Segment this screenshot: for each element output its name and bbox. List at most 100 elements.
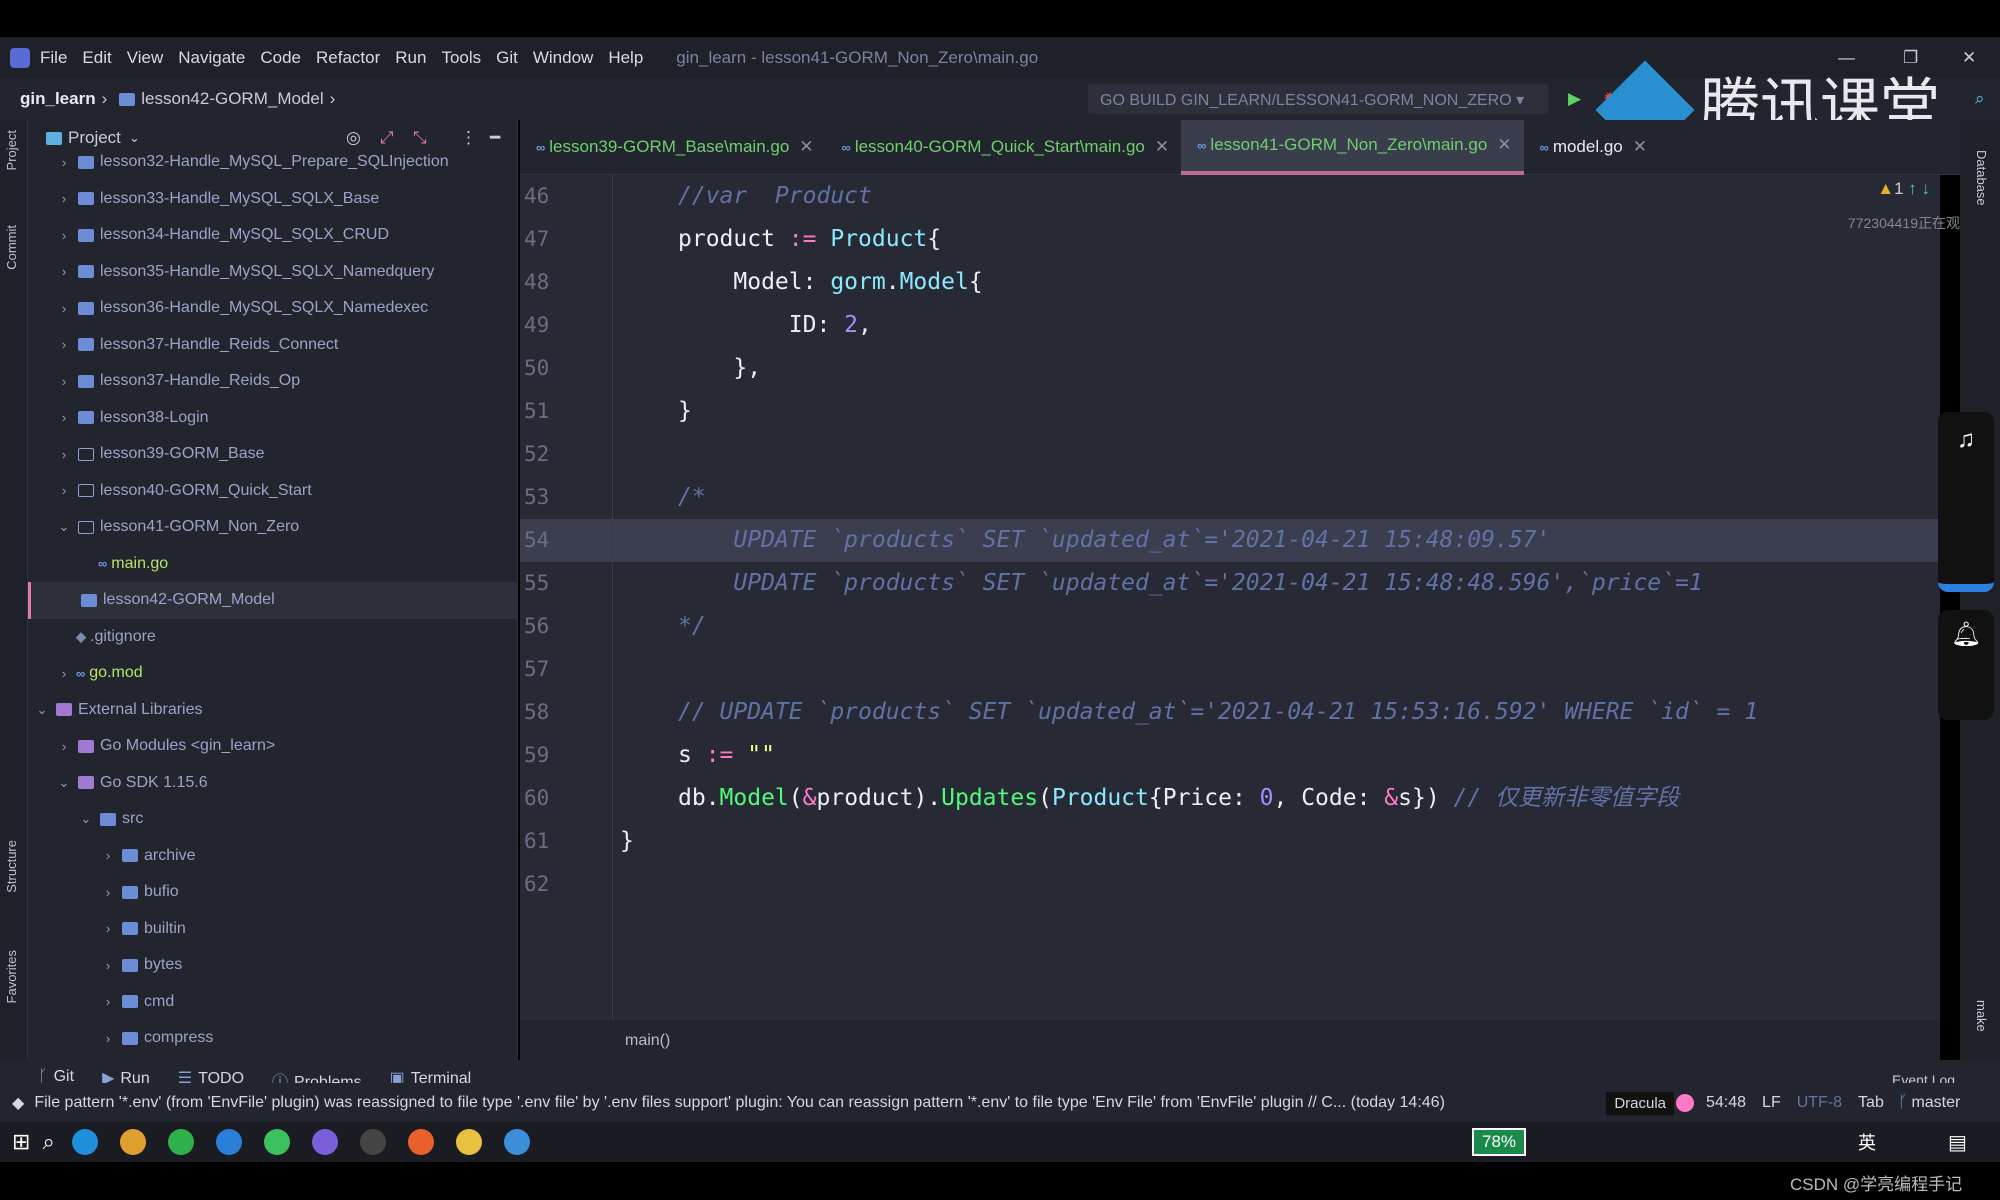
- tree-item[interactable]: ⌄ Go SDK 1.15.6: [28, 765, 517, 802]
- run-icon[interactable]: ▶: [1568, 89, 1581, 109]
- editor-tab[interactable]: ∞ lesson41-GORM_Non_Zero\main.go ✕: [1181, 119, 1524, 175]
- locate-icon[interactable]: ◎: [346, 128, 361, 148]
- chevron-icon[interactable]: ›: [56, 264, 72, 279]
- start-icon[interactable]: ⊞: [12, 1129, 30, 1155]
- chevron-icon[interactable]: ›: [56, 374, 72, 389]
- tree-item[interactable]: lesson42-GORM_Model: [28, 582, 517, 619]
- app-icon-green[interactable]: [167, 1129, 194, 1155]
- code-line[interactable]: 51}: [520, 390, 1940, 433]
- chevron-icon[interactable]: ›: [100, 958, 116, 973]
- close-tab-icon[interactable]: ✕: [1497, 135, 1511, 155]
- code-line[interactable]: 58 // UPDATE `products` SET `updated_at`=…: [520, 691, 1940, 734]
- chevron-icon[interactable]: ›: [100, 885, 116, 900]
- pycharm-icon[interactable]: [263, 1129, 290, 1155]
- breadcrumb-folder[interactable]: lesson42-GORM_Model: [141, 89, 323, 109]
- vscode-icon[interactable]: [215, 1129, 242, 1155]
- chevron-icon[interactable]: ›: [56, 301, 72, 316]
- code-line[interactable]: 54 UPDATE `products` SET `updated_at`='2…: [520, 519, 1940, 562]
- chevron-icon[interactable]: ›: [56, 155, 72, 170]
- tree-item[interactable]: › lesson39-GORM_Base: [28, 436, 517, 473]
- theme-indicator[interactable]: Dracula: [1606, 1091, 1674, 1115]
- indent[interactable]: Tab: [1858, 1094, 1884, 1112]
- status-message[interactable]: File pattern '*.env' (from 'EnvFile' plu…: [34, 1094, 1594, 1112]
- tree-item[interactable]: ⌄ lesson41-GORM_Non_Zero: [28, 509, 517, 546]
- menu-view[interactable]: View: [127, 48, 164, 68]
- chevron-icon[interactable]: ⌄: [78, 811, 94, 827]
- line-separator[interactable]: LF: [1762, 1094, 1781, 1112]
- search-taskbar-icon[interactable]: ⌕: [42, 1129, 54, 1155]
- tree-item[interactable]: › lesson34-Handle_MySQL_SQLX_CRUD: [28, 217, 517, 254]
- explorer-icon[interactable]: [455, 1129, 482, 1155]
- tree-item[interactable]: › Go Modules <gin_learn>: [28, 728, 517, 765]
- code-line[interactable]: 56 */: [520, 605, 1940, 648]
- options-icon[interactable]: ⋮: [460, 128, 477, 148]
- code-line[interactable]: 60 db.Model(&product).Updates(Product{Pri…: [520, 777, 1940, 820]
- chevron-icon[interactable]: ›: [56, 191, 72, 206]
- code-line[interactable]: 48 Model: gorm.Model{: [520, 261, 1940, 304]
- tree-item[interactable]: › bytes: [28, 947, 517, 984]
- chevron-icon[interactable]: ›: [56, 666, 72, 681]
- tool-project[interactable]: Project: [4, 130, 19, 170]
- tool-make[interactable]: make: [1974, 1000, 1989, 1032]
- close-tab-icon[interactable]: ✕: [799, 137, 813, 157]
- chevron-icon[interactable]: ›: [56, 483, 72, 498]
- code-line[interactable]: 46 //var Product: [520, 175, 1940, 218]
- notifications-icon[interactable]: ▤: [1948, 1130, 1967, 1155]
- close-tab-icon[interactable]: ✕: [1633, 137, 1647, 157]
- tree-item[interactable]: › builtin: [28, 911, 517, 948]
- encoding[interactable]: UTF-8: [1797, 1094, 1842, 1112]
- run-config-select[interactable]: GO BUILD GIN_LEARN/LESSON41-GORM_NON_ZER…: [1088, 84, 1548, 114]
- tree-item[interactable]: › archive: [28, 838, 517, 875]
- tree-item[interactable]: ⌄ External Libraries: [28, 692, 517, 729]
- firefox-icon[interactable]: [407, 1129, 434, 1155]
- tree-item[interactable]: › lesson33-Handle_MySQL_SQLX_Base: [28, 181, 517, 218]
- code-line[interactable]: 52: [520, 433, 1940, 476]
- tree-item[interactable]: › lesson35-Handle_MySQL_SQLX_Namedquery: [28, 254, 517, 291]
- tree-item[interactable]: ∞ main.go: [28, 546, 517, 583]
- hide-icon[interactable]: ━: [490, 128, 500, 148]
- caret-position[interactable]: 54:48: [1706, 1094, 1746, 1112]
- function-breadcrumb[interactable]: main(): [520, 1020, 1940, 1060]
- close-tab-icon[interactable]: ✕: [1155, 137, 1169, 157]
- terminal-icon[interactable]: [359, 1129, 386, 1155]
- chevron-icon[interactable]: ›: [56, 739, 72, 754]
- tree-item[interactable]: ◆ .gitignore: [28, 619, 517, 656]
- chevron-icon[interactable]: ›: [56, 447, 72, 462]
- search-icon[interactable]: ⌕: [1975, 89, 1985, 109]
- menu-edit[interactable]: Edit: [82, 48, 111, 68]
- code-line[interactable]: 50 },: [520, 347, 1940, 390]
- code-line[interactable]: 53 /*: [520, 476, 1940, 519]
- git-branch[interactable]: master: [1911, 1094, 1960, 1112]
- chevron-icon[interactable]: ›: [100, 848, 116, 863]
- close-button[interactable]: ✕: [1962, 48, 1976, 68]
- tool-commit[interactable]: Commit: [4, 225, 19, 270]
- menu-window[interactable]: Window: [533, 48, 593, 68]
- tree-item[interactable]: › lesson37-Handle_Reids_Connect: [28, 327, 517, 364]
- menu-code[interactable]: Code: [260, 48, 301, 68]
- chevron-icon[interactable]: ⌄: [56, 775, 72, 791]
- menu-file[interactable]: File: [40, 48, 67, 68]
- chrome-icon[interactable]: [119, 1129, 146, 1155]
- chevron-icon[interactable]: ⌄: [56, 519, 72, 535]
- code-line[interactable]: 49 ID: 2,: [520, 304, 1940, 347]
- code-line[interactable]: 62: [520, 863, 1940, 906]
- code-editor[interactable]: ▲1 ↑ ↓ 772304419正在观 46//var Product 47 pro…: [520, 175, 1960, 1020]
- chevron-icon[interactable]: ›: [56, 337, 72, 352]
- chevron-icon[interactable]: ›: [56, 410, 72, 425]
- battery-indicator[interactable]: 78%: [1472, 1128, 1527, 1156]
- chevron-icon[interactable]: ›: [100, 1031, 116, 1046]
- tree-item[interactable]: › lesson37-Handle_Reids_Op: [28, 363, 517, 400]
- ime-indicator[interactable]: 英: [1858, 1129, 1876, 1155]
- collapse-all-icon[interactable]: ⤡: [413, 128, 427, 148]
- app-icon-blue[interactable]: [503, 1129, 530, 1155]
- tree-item[interactable]: › lesson40-GORM_Quick_Start: [28, 473, 517, 510]
- chevron-icon[interactable]: ›: [100, 921, 116, 936]
- code-line[interactable]: 61}: [520, 820, 1940, 863]
- tool-database[interactable]: Database: [1974, 150, 1989, 206]
- editor-tab[interactable]: ∞ model.go ✕: [1524, 120, 1659, 175]
- code-line[interactable]: 55 UPDATE `products` SET `updated_at`='2…: [520, 562, 1940, 605]
- tree-item[interactable]: › ∞ go.mod: [28, 655, 517, 692]
- menu-refactor[interactable]: Refactor: [316, 48, 380, 68]
- edge-icon[interactable]: [71, 1129, 98, 1155]
- code-line[interactable]: 59 s := "": [520, 734, 1940, 777]
